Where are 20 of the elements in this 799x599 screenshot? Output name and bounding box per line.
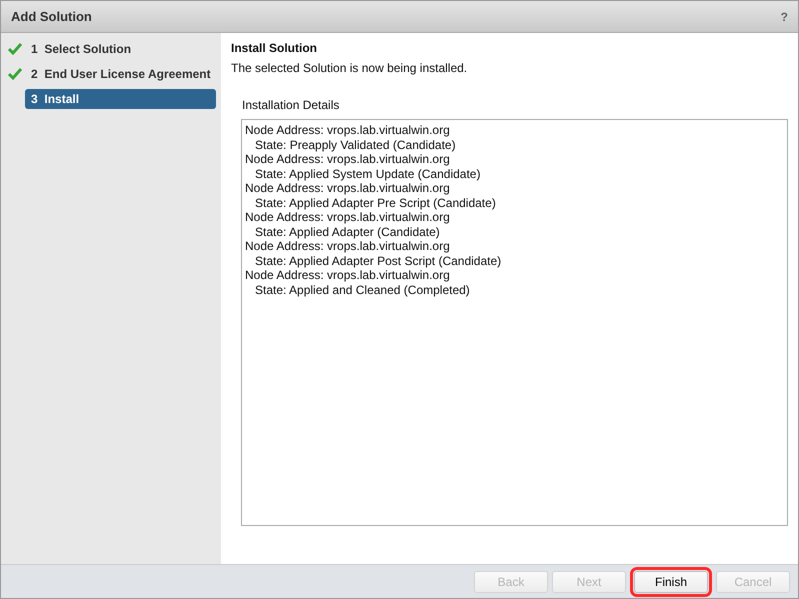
section-heading: Install Solution	[231, 41, 318, 55]
state-text: State: Applied and Cleaned (Completed)	[254, 282, 471, 297]
state-text: State: Preapply Validated (Candidate)	[254, 138, 457, 152]
window-title: Add Solution	[11, 9, 92, 24]
node-address-text: Node Address: vrops.lab.virtualwin.org	[245, 152, 451, 166]
wizard-step[interactable]: 2 End User License Agreement	[25, 64, 217, 84]
node-address-text: Node Address: vrops.lab.virtualwin.org	[245, 123, 451, 138]
node-address-text: Node Address: vrops.lab.virtualwin.org	[245, 268, 451, 282]
state-text: State: Applied Adapter Post Script (Candidate)	[254, 254, 502, 268]
node-address-text: Node Address: vrops.lab.virtualwin.org	[245, 210, 451, 224]
node-address-text: Node Address: vrops.lab.virtualwin.org	[245, 239, 451, 254]
details-label: Installation Details	[242, 98, 340, 112]
wizard-step[interactable]: 1 Select Solution	[25, 39, 216, 59]
help-button[interactable]: ?	[780, 10, 788, 24]
node-address-text: Node Address: vrops.lab.virtualwin.org	[245, 181, 451, 196]
wizard-step[interactable]: 3 Install	[25, 89, 216, 109]
state-text: State: Applied Adapter Pre Script (Candidate)	[254, 196, 497, 210]
state-text: State: Applied Adapter (Candidate)	[254, 224, 441, 239]
state-text: State: Applied System Update (Candidate)	[254, 166, 482, 181]
description-text: The selected Solution is now being installed.	[231, 61, 468, 75]
